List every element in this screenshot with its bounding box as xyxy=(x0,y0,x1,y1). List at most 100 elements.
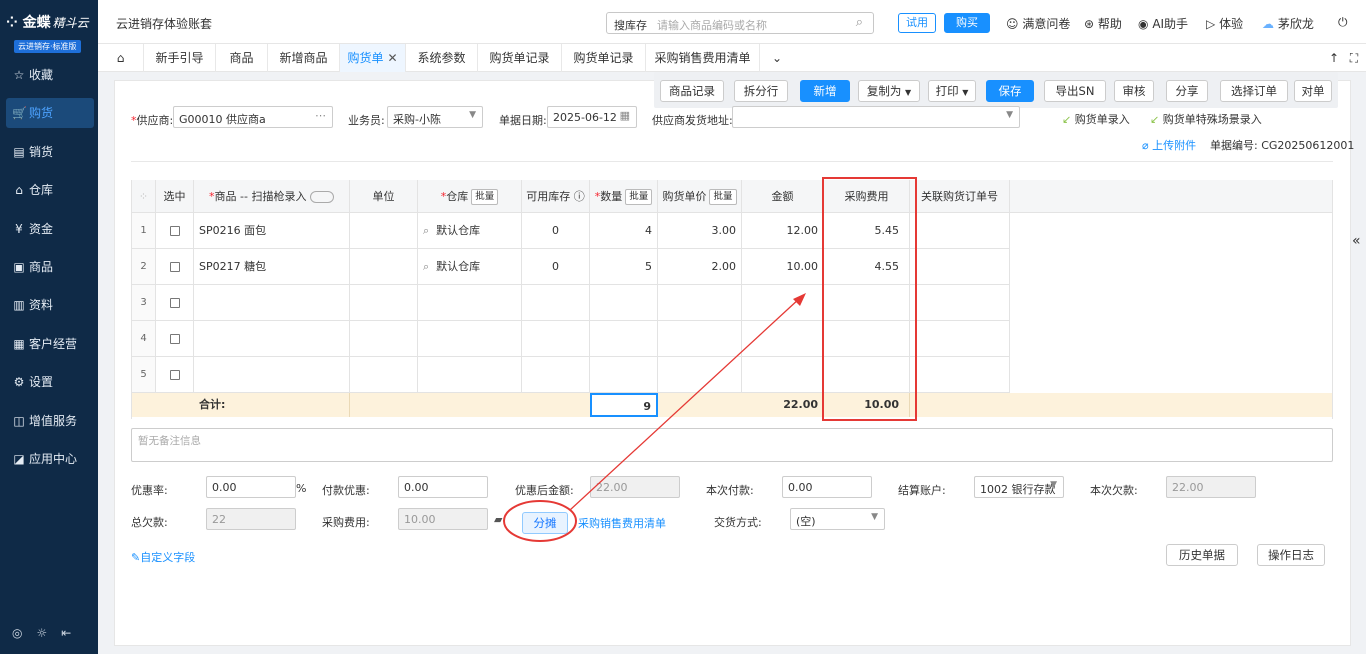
home-icon[interactable]: ⌂ xyxy=(98,44,144,72)
row-checkbox[interactable] xyxy=(169,370,180,380)
cell-stock[interactable] xyxy=(522,321,590,357)
cell-amount[interactable]: 10.00 xyxy=(742,249,824,285)
sidebar-bottom-tools[interactable]: ◎☼⇤ xyxy=(12,626,85,640)
toolbar-button-4[interactable]: 打印 ▼ xyxy=(928,80,976,102)
cell-price[interactable] xyxy=(658,285,742,321)
cell-qty[interactable] xyxy=(590,357,658,393)
cell-order[interactable] xyxy=(910,213,1010,249)
toolbar-button-9[interactable]: 选择订单 xyxy=(1220,80,1288,102)
toolbar-button-8[interactable]: 分享 xyxy=(1166,80,1208,102)
cell-unit[interactable] xyxy=(350,357,418,393)
toolbar-button-5[interactable]: 保存 xyxy=(986,80,1034,102)
search-icon[interactable]: ⌕ xyxy=(423,224,429,237)
buy-button[interactable]: 购买 xyxy=(944,13,990,33)
sidebar-item-9[interactable]: ◫ 增值服务 xyxy=(6,406,94,436)
cell-price[interactable]: 2.00 xyxy=(658,249,742,285)
row-checkbox[interactable] xyxy=(169,226,180,236)
cell-product[interactable]: SP0216 面包 xyxy=(194,213,350,249)
tab-4[interactable]: 系统参数 xyxy=(406,44,478,72)
drag-handle-icon[interactable]: ⁘ xyxy=(139,190,148,203)
address-select[interactable]: ▼ xyxy=(732,106,1020,128)
search-icon[interactable]: ⌕ xyxy=(423,260,429,273)
more-icon[interactable]: ⋯ xyxy=(315,109,326,122)
sidebar-item-4[interactable]: ¥ 资金 xyxy=(6,214,94,244)
toolbar-button-10[interactable]: 对单 xyxy=(1294,80,1332,102)
toolbar-button-1[interactable]: 拆分行 xyxy=(734,80,788,102)
cell-fee[interactable] xyxy=(824,321,910,357)
target-icon[interactable]: ◎ xyxy=(12,626,36,640)
custom-fields-link[interactable]: ✎自定义字段 xyxy=(131,549,195,565)
calendar-icon[interactable]: ▦ xyxy=(620,109,630,122)
sidebar-item-8[interactable]: ⚙ 设置 xyxy=(6,367,94,397)
remark-input[interactable]: 暂无备注信息 xyxy=(131,428,1333,462)
scroll-top-icon[interactable]: ↑ xyxy=(1326,44,1342,72)
cell-stock[interactable] xyxy=(522,357,590,393)
history-button[interactable]: 历史单据 xyxy=(1166,544,1238,566)
cell-warehouse[interactable]: ⌕ 默认仓库 xyxy=(418,249,522,285)
batch-button[interactable]: 批量 xyxy=(625,189,653,205)
cell-warehouse[interactable] xyxy=(418,285,522,321)
row-checkbox[interactable] xyxy=(169,298,180,308)
sidebar-item-2[interactable]: ▤ 销货 xyxy=(6,137,94,167)
cell-unit[interactable] xyxy=(350,213,418,249)
cell-amount[interactable]: 12.00 xyxy=(742,213,824,249)
theme-icon[interactable]: ☼ xyxy=(36,626,61,640)
search-scope[interactable]: 搜库存 xyxy=(614,17,647,33)
upload-attachment-link[interactable]: ⌀ 上传附件 xyxy=(1142,137,1196,153)
sidebar-item-1[interactable]: 🛒 购货 xyxy=(6,98,94,128)
cell-stock[interactable] xyxy=(522,285,590,321)
cell-product[interactable] xyxy=(194,285,350,321)
more-tabs-icon[interactable]: ⌄ xyxy=(762,44,792,72)
batch-button[interactable]: 批量 xyxy=(709,189,737,205)
cell-chk[interactable] xyxy=(156,285,194,321)
experience-link[interactable]: ▷ 体验 xyxy=(1206,15,1243,32)
supplier-field[interactable]: G00010 供应商a ⋯ xyxy=(173,106,333,128)
sidebar-item-7[interactable]: ▦ 客户经营 xyxy=(6,329,94,359)
cell-warehouse[interactable]: ⌕ 默认仓库 xyxy=(418,213,522,249)
scan-toggle[interactable] xyxy=(309,191,334,203)
cell-price[interactable] xyxy=(658,321,742,357)
cell-amount[interactable] xyxy=(742,321,824,357)
cell-fee[interactable]: 5.45 xyxy=(824,213,910,249)
cell-chk[interactable] xyxy=(156,321,194,357)
sidebar-item-5[interactable]: ▣ 商品 xyxy=(6,252,94,282)
cell-fee[interactable] xyxy=(824,285,910,321)
cell-qty[interactable]: 4 xyxy=(590,213,658,249)
sidebar-item-3[interactable]: ⌂ 仓库 xyxy=(6,175,94,205)
cell-stock[interactable]: 0 xyxy=(522,249,590,285)
toolbar-button-3[interactable]: 复制为 ▼ xyxy=(858,80,920,102)
fee-list-link[interactable]: 采购销售费用清单 xyxy=(578,515,666,531)
try-button[interactable]: 试用 xyxy=(898,13,936,33)
staff-select[interactable]: 采购-小陈 ▼ xyxy=(387,106,483,128)
survey-link[interactable]: ☺ 满意问卷 xyxy=(1006,15,1070,32)
sidebar-item-0[interactable]: ☆ 收藏 xyxy=(6,60,94,90)
cell-chk[interactable] xyxy=(156,213,194,249)
search-icon[interactable]: ⌕ xyxy=(856,15,863,30)
allocate-button[interactable]: 分摊 xyxy=(522,512,568,534)
collapse-icon[interactable]: ⇤ xyxy=(61,626,85,640)
cell-unit[interactable] xyxy=(350,249,418,285)
row-checkbox[interactable] xyxy=(169,334,180,344)
ai-assistant-link[interactable]: ◉ AI助手 xyxy=(1138,15,1188,32)
row-checkbox[interactable] xyxy=(169,262,180,272)
cell-qty[interactable] xyxy=(590,321,658,357)
entry-mode-a[interactable]: ↙ 购货单录入 xyxy=(1062,111,1130,127)
close-icon[interactable]: ✕ xyxy=(387,51,397,65)
tab-6[interactable]: 购货单记录 xyxy=(562,44,646,72)
discount-rate-field[interactable]: 0.00 xyxy=(206,476,296,498)
cell-unit[interactable] xyxy=(350,321,418,357)
help-link[interactable]: ⊛ 帮助 xyxy=(1084,15,1122,32)
tab-1[interactable]: 商品 xyxy=(216,44,268,72)
cell-fee[interactable]: 4.55 xyxy=(824,249,910,285)
cell-qty[interactable]: 5 xyxy=(590,249,658,285)
cell-amount[interactable] xyxy=(742,285,824,321)
fullscreen-icon[interactable]: ⛶ xyxy=(1346,44,1362,72)
cell-warehouse[interactable] xyxy=(418,321,522,357)
entry-mode-b[interactable]: ↙ 购货单特殊场景录入 xyxy=(1150,111,1262,127)
delivery-select[interactable]: (空) ▼ xyxy=(790,508,885,530)
cell-product[interactable]: SP0217 糖包 xyxy=(194,249,350,285)
cell-price[interactable]: 3.00 xyxy=(658,213,742,249)
toolbar-button-0[interactable]: 商品记录 xyxy=(660,80,724,102)
cell-order[interactable] xyxy=(910,357,1010,393)
tab-7[interactable]: 采购销售费用清单 xyxy=(646,44,760,72)
